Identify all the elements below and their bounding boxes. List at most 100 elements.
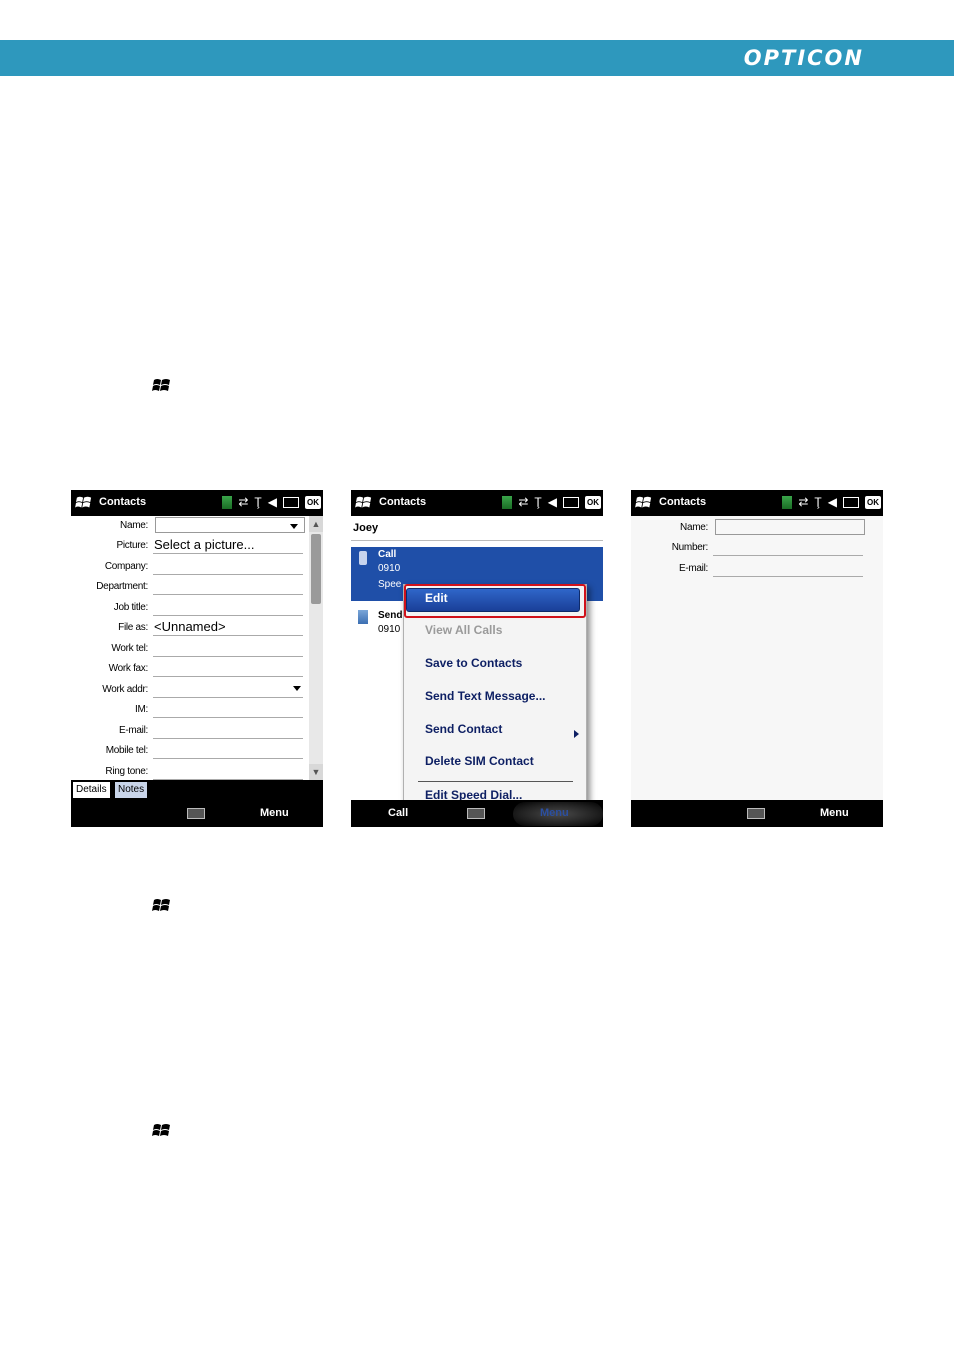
field-label: Ring tone:: [105, 766, 148, 777]
form-row-department: Department:: [71, 577, 311, 597]
chevron-down-icon[interactable]: [290, 524, 298, 529]
field-label: Name:: [120, 520, 148, 531]
windows-start-icon[interactable]: [75, 495, 93, 516]
scrollbar-thumb[interactable]: [311, 534, 321, 604]
im-input[interactable]: [153, 717, 303, 718]
battery-icon: [563, 496, 579, 508]
windows-start-icon: [152, 1122, 172, 1140]
form-row-name: Name:: [631, 518, 871, 538]
email-input[interactable]: [713, 576, 863, 577]
menu-divider: [418, 781, 573, 782]
number-input[interactable]: [713, 555, 863, 556]
title-bar: Contacts ⇄ Ţ ◀ OK: [71, 490, 323, 516]
send-row-number: 0910: [378, 624, 401, 635]
new-sim-contact-screen: Contacts ⇄ Ţ ◀ OK Name: Number: E-mail: …: [631, 490, 883, 827]
form-row-email: E-mail:: [71, 721, 311, 741]
softkey-bar: Menu: [71, 800, 323, 827]
form-row-picture: Picture: Select a picture...: [71, 536, 311, 556]
windows-start-icon: [152, 897, 172, 915]
scroll-down-icon[interactable]: ▼: [309, 764, 323, 780]
field-label: Name:: [680, 522, 708, 533]
menu-softkey[interactable]: Menu: [540, 807, 569, 819]
signal-icon: Ţ: [814, 495, 822, 509]
windows-start-icon[interactable]: [355, 495, 373, 516]
contact-name: Joey: [353, 522, 379, 534]
email-input[interactable]: [153, 738, 303, 739]
windows-start-icon[interactable]: [635, 495, 653, 516]
form-row-number: Number:: [631, 538, 871, 558]
department-input[interactable]: [153, 594, 303, 595]
company-input[interactable]: [153, 574, 303, 575]
menu-item-send-contact[interactable]: Send Contact: [425, 722, 502, 736]
call-row-number: 0910: [378, 563, 401, 574]
field-label: Job title:: [113, 602, 149, 613]
battery-icon: [283, 496, 299, 508]
mobile-tel-input[interactable]: [153, 758, 303, 759]
menu-item-edit[interactable]: Edit: [425, 591, 448, 605]
form-row-work-addr: Work addr:: [71, 680, 311, 700]
ok-button[interactable]: OK: [865, 495, 881, 509]
menu-softkey[interactable]: Menu: [820, 807, 849, 819]
name-input[interactable]: [155, 517, 305, 533]
keyboard-icon[interactable]: [467, 808, 485, 819]
field-label: Work tel:: [111, 643, 148, 654]
message-icon: [358, 610, 368, 624]
sim-icon: [222, 495, 233, 509]
sync-icon: ⇄: [798, 495, 809, 509]
field-label: Picture:: [116, 540, 148, 551]
chevron-right-icon: [574, 730, 579, 738]
signal-icon: Ţ: [534, 495, 542, 509]
form-row-im: IM:: [71, 700, 311, 720]
field-label: Work fax:: [108, 663, 149, 674]
sim-icon: [502, 495, 513, 509]
job-title-input[interactable]: [153, 615, 303, 616]
battery-icon: [843, 496, 859, 508]
name-input[interactable]: [715, 519, 865, 535]
picture-selector[interactable]: Select a picture...: [154, 537, 254, 552]
menu-item-save-to-contacts[interactable]: Save to Contacts: [425, 656, 522, 670]
form-row-ring-tone: Ring tone:: [71, 762, 311, 782]
tab-notes[interactable]: Notes: [115, 782, 148, 798]
ok-button[interactable]: OK: [305, 495, 321, 509]
phone-icon: [359, 551, 367, 565]
volume-icon[interactable]: ◀: [268, 495, 277, 509]
form-row-file-as: File as: <Unnamed>: [71, 618, 311, 638]
work-tel-input[interactable]: [153, 656, 303, 657]
call-row-speed-dial: Spee: [378, 579, 402, 590]
signal-icon: Ţ: [254, 495, 262, 509]
form-row-work-tel: Work tel:: [71, 639, 311, 659]
volume-icon[interactable]: ◀: [828, 495, 837, 509]
field-underline: [153, 635, 303, 636]
scroll-up-icon[interactable]: ▲: [309, 516, 323, 532]
form-row-work-fax: Work fax:: [71, 659, 311, 679]
menu-item-send-text-message[interactable]: Send Text Message...: [425, 689, 546, 703]
tab-strip: Details Notes: [71, 780, 323, 800]
scrollbar[interactable]: ▲ ▼: [309, 516, 323, 780]
sync-icon: ⇄: [518, 495, 529, 509]
keyboard-icon[interactable]: [187, 808, 205, 819]
work-fax-input[interactable]: [153, 676, 303, 677]
menu-item-delete-sim-contact[interactable]: Delete SIM Contact: [425, 754, 534, 768]
header-banner: OPTICON: [0, 40, 954, 76]
tab-details[interactable]: Details: [73, 782, 110, 798]
menu-softkey[interactable]: Menu: [260, 807, 289, 819]
chevron-down-icon[interactable]: [293, 686, 301, 691]
send-row-title[interactable]: Send: [378, 610, 402, 621]
divider: [351, 540, 603, 541]
softkey-bar: Call Menu: [351, 800, 603, 827]
call-row-title: Call: [378, 549, 397, 560]
file-as-input[interactable]: <Unnamed>: [154, 619, 226, 634]
context-menu: Edit View All Calls Save to Contacts Sen…: [403, 584, 587, 820]
field-label: IM:: [135, 704, 148, 715]
ok-button[interactable]: OK: [585, 495, 601, 509]
keyboard-icon[interactable]: [747, 808, 765, 819]
brand-logo: OPTICON: [743, 46, 864, 70]
work-addr-input[interactable]: [153, 697, 303, 698]
field-label: Department:: [96, 581, 148, 592]
volume-icon[interactable]: ◀: [548, 495, 557, 509]
windows-start-icon: [152, 377, 172, 395]
contact-edit-screen: Contacts ⇄ Ţ ◀ OK Name: Picture: Select …: [71, 490, 323, 827]
sync-icon: ⇄: [238, 495, 249, 509]
field-label: Mobile tel:: [105, 745, 149, 756]
call-softkey[interactable]: Call: [388, 807, 408, 819]
